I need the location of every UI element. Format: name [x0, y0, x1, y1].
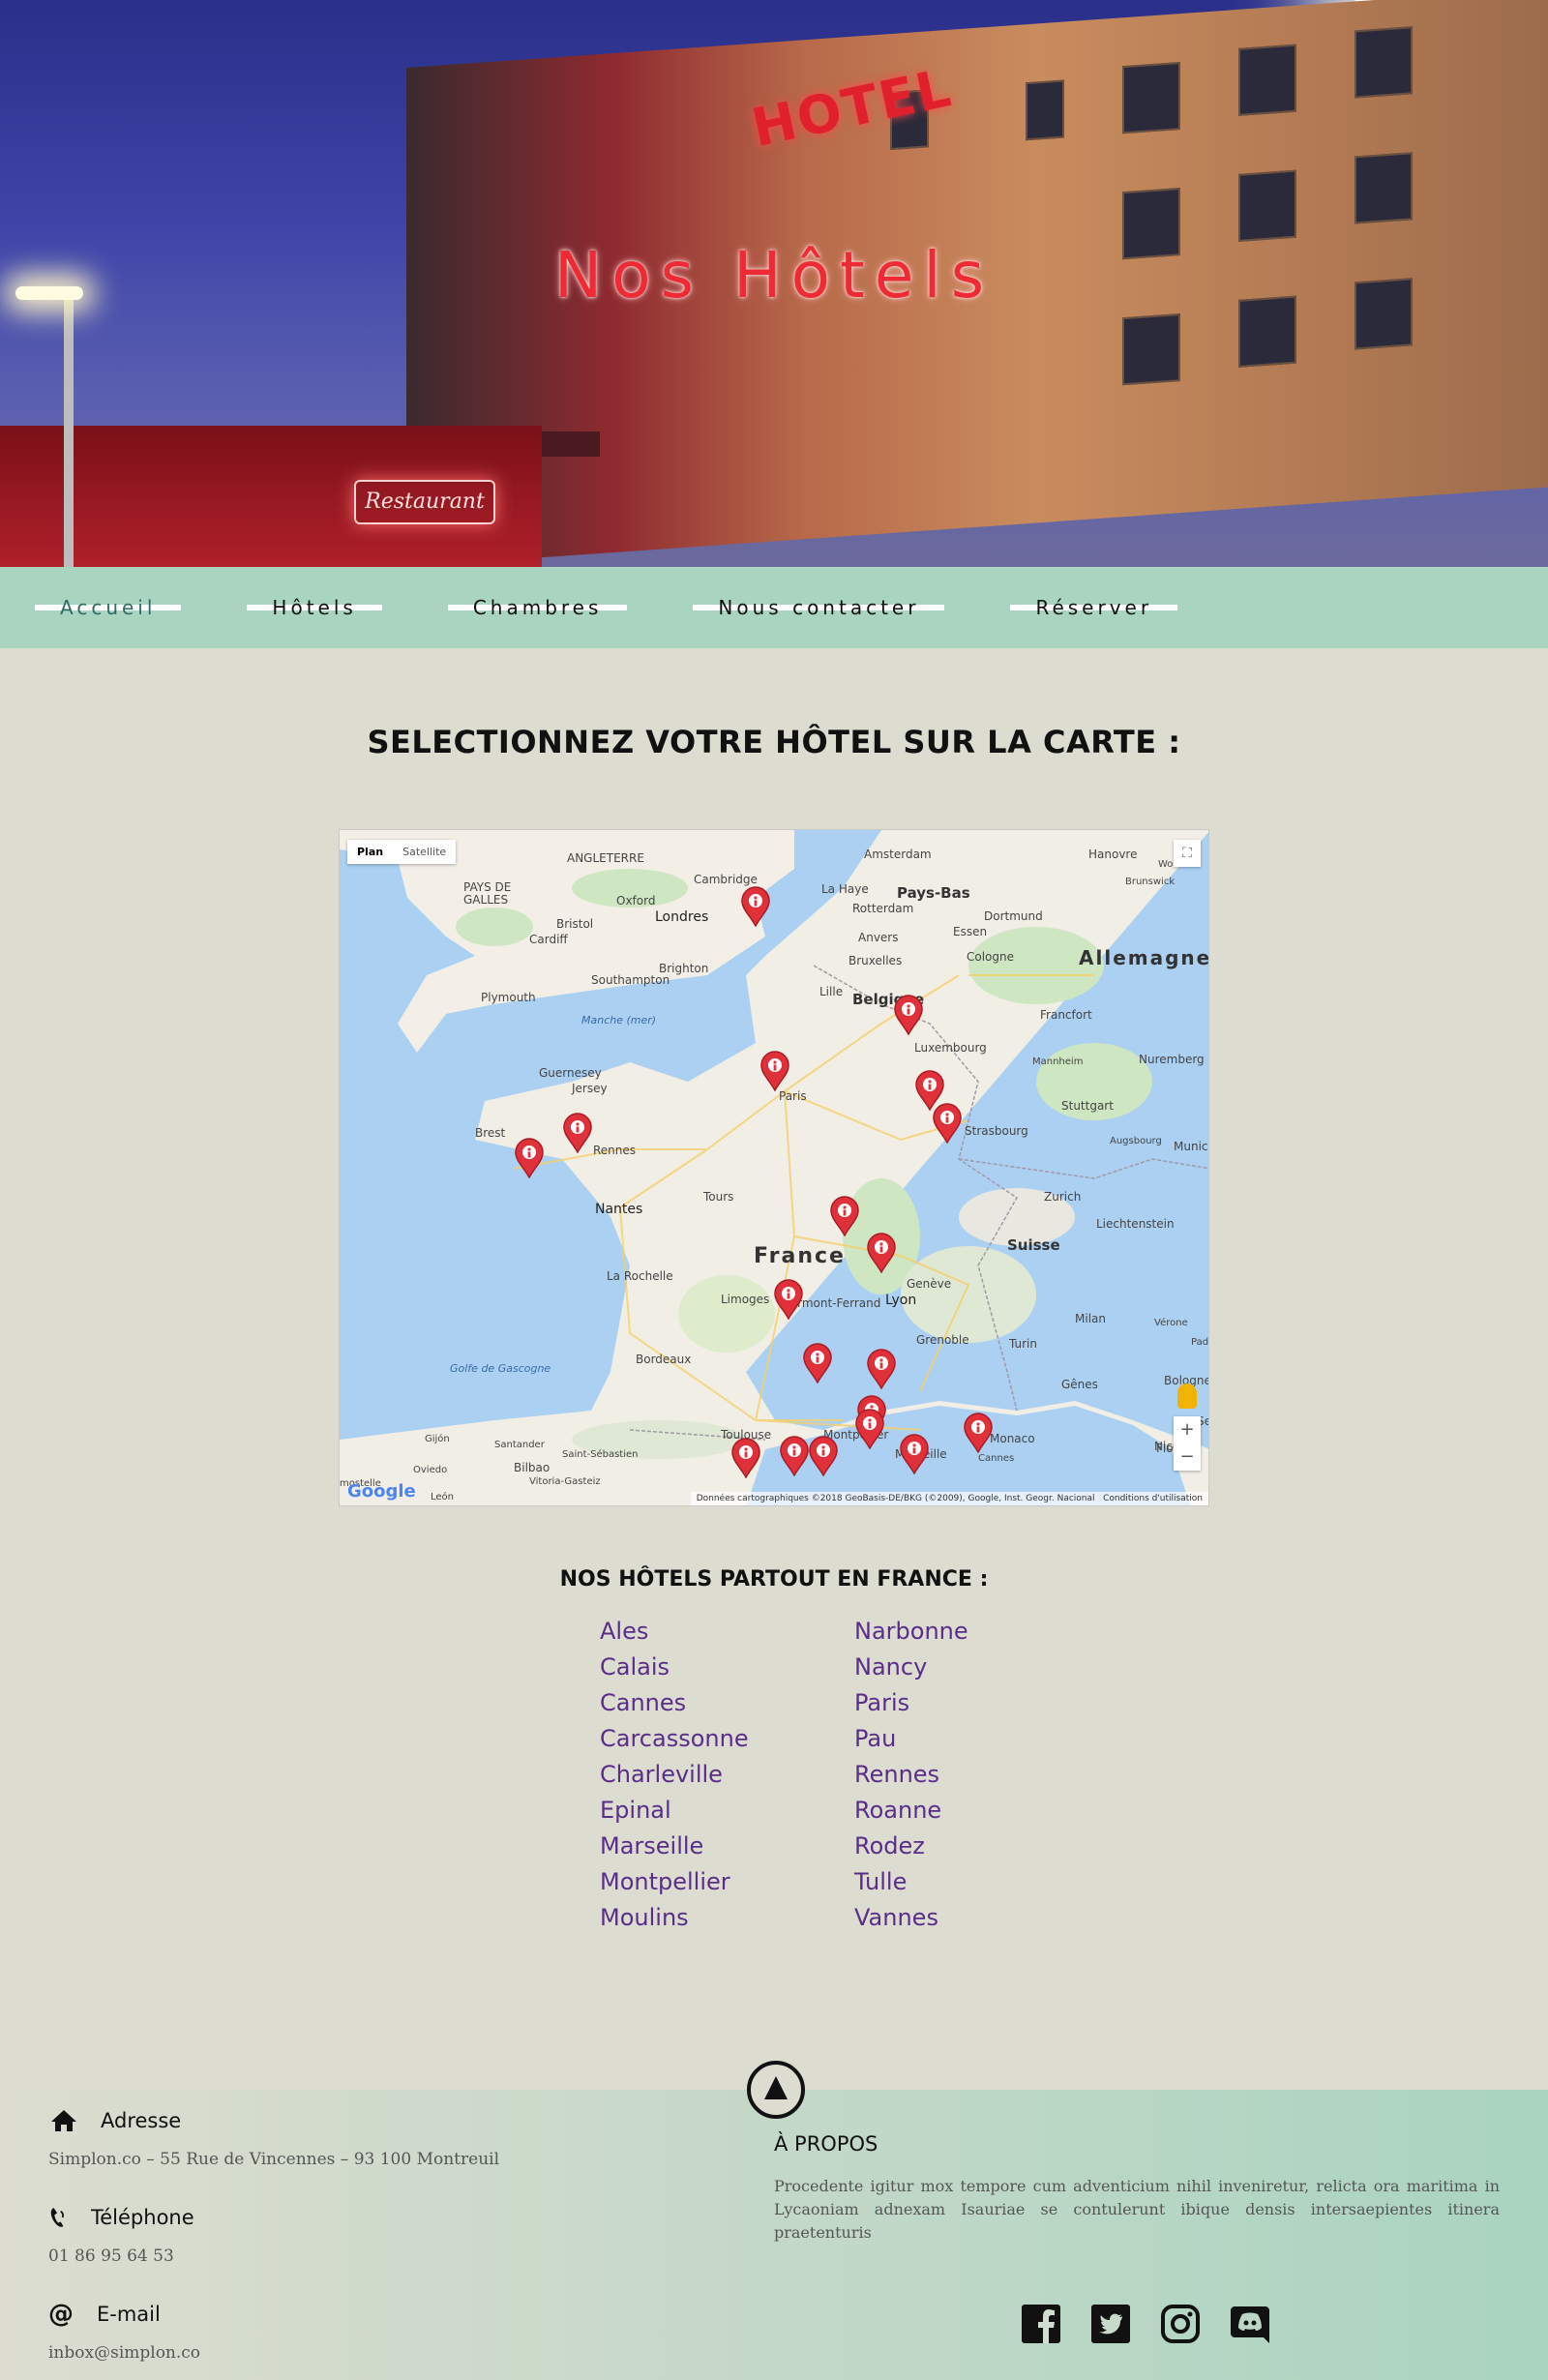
nav-item-chambres[interactable]: Chambres — [447, 596, 628, 619]
facebook-icon[interactable] — [1020, 2303, 1062, 2345]
at-icon: @ — [48, 2300, 74, 2329]
hotel-marker-pin[interactable] — [854, 1409, 885, 1449]
about-text: Procedente igitur mox tempore cum advent… — [774, 2177, 1500, 2242]
hotel-list-title: NOS HÔTELS PARTOUT EN FRANCE : — [559, 1567, 989, 1592]
hotel-link[interactable]: Ales — [600, 1614, 854, 1650]
nav-item-contact[interactable]: Nous contacter — [693, 596, 945, 619]
hotel-link[interactable]: Cannes — [600, 1685, 854, 1721]
hotel-link[interactable]: Marseille — [600, 1829, 854, 1864]
hotel-link[interactable]: Calais — [600, 1650, 854, 1685]
hotel-link[interactable]: Vannes — [854, 1900, 1009, 1936]
hotel-link[interactable]: Tulle — [854, 1864, 1009, 1900]
home-icon — [48, 2107, 79, 2134]
phone-icon — [48, 2204, 68, 2231]
hotel-link[interactable]: Narbonne — [854, 1614, 1009, 1650]
hotel-marker-pin[interactable] — [802, 1343, 833, 1383]
hotel-marker-pin[interactable] — [829, 1196, 860, 1236]
about-title: À PROPOS — [774, 2132, 878, 2156]
map-type-satellite[interactable]: Satellite — [393, 840, 456, 864]
footer-phone: Téléphone 01 86 95 64 53 — [48, 2204, 194, 2266]
address-text: Simplon.co – 55 Rue de Vincennes – 93 10… — [48, 2150, 500, 2169]
hotel-marker-pin[interactable] — [740, 886, 771, 927]
hotel-link[interactable]: Carcassonne — [600, 1721, 854, 1757]
hotel-link[interactable]: Paris — [854, 1685, 1009, 1721]
hero-banner: Restaurant HOTEL Nos Hôtels — [0, 0, 1548, 567]
map-type-plan[interactable]: Plan — [347, 840, 393, 864]
restaurant-sign: Restaurant — [354, 480, 495, 524]
zoom-control: + − — [1174, 1416, 1201, 1471]
hotel-link[interactable]: Epinal — [600, 1793, 854, 1829]
google-logo: Google — [347, 1481, 416, 1502]
hotel-marker-pin[interactable] — [730, 1438, 761, 1478]
hotel-list: Ales Narbonne Calais Nancy Cannes Paris Carcas… — [600, 1614, 1006, 1936]
hotel-marker-pin[interactable] — [893, 995, 924, 1035]
social-links — [1020, 2303, 1298, 2345]
hotel-marker-pin[interactable] — [932, 1103, 963, 1144]
map-section-title: SELECTIONNEZ VOTRE HÔTEL SUR LA CARTE : — [367, 724, 1181, 760]
hotel-marker-pin[interactable] — [562, 1113, 593, 1153]
phone-label: Téléphone — [91, 2206, 194, 2229]
map-terrain — [340, 830, 1208, 1505]
arrow-up-icon — [764, 2076, 788, 2099]
hotel-marker-pin[interactable] — [759, 1051, 790, 1091]
twitter-icon[interactable] — [1089, 2303, 1132, 2345]
hotel-marker-pin[interactable] — [808, 1436, 839, 1476]
fullscreen-icon[interactable]: ⛶ — [1174, 840, 1201, 867]
street-lamp-pole — [64, 296, 74, 567]
hotel-link[interactable]: Montpellier — [600, 1864, 854, 1900]
main-nav: Accueil Hôtels Chambres Nous contacter R… — [0, 567, 1548, 648]
map-terms-link[interactable]: Conditions d'utilisation — [1103, 1494, 1203, 1503]
hotel-marker-pin[interactable] — [514, 1138, 545, 1178]
hotel-link[interactable]: Pau — [854, 1721, 1009, 1757]
instagram-icon[interactable] — [1159, 2303, 1202, 2345]
hotel-link[interactable]: Rodez — [854, 1829, 1009, 1864]
page-title: Nos Hôtels — [553, 238, 995, 312]
hotel-marker-pin[interactable] — [899, 1434, 930, 1474]
hotel-link[interactable]: Charleville — [600, 1757, 854, 1793]
hotel-link[interactable]: Moulins — [600, 1900, 854, 1936]
discord-icon[interactable] — [1229, 2303, 1271, 2345]
hotel-link[interactable]: Nancy — [854, 1650, 1009, 1685]
footer-address: Adresse Simplon.co – 55 Rue de Vincennes… — [48, 2107, 499, 2169]
nav-item-accueil[interactable]: Accueil — [35, 596, 182, 619]
email-label: E-mail — [97, 2303, 161, 2326]
nav-item-reserver[interactable]: Réserver — [1010, 596, 1177, 619]
street-view-pegman-icon[interactable] — [1177, 1383, 1197, 1409]
nav-item-hotels[interactable]: Hôtels — [247, 596, 383, 619]
hotel-marker-pin[interactable] — [779, 1436, 810, 1476]
map-label: ANGLETERRE — [567, 851, 644, 865]
hotel-marker-pin[interactable] — [866, 1349, 897, 1389]
hotel-marker-pin[interactable] — [773, 1279, 804, 1320]
phone-text: 01 86 95 64 53 — [48, 2246, 174, 2266]
back-to-top-button[interactable] — [747, 2061, 805, 2119]
hotel-marker-pin[interactable] — [963, 1413, 994, 1453]
email-text[interactable]: inbox@simplon.co — [48, 2343, 200, 2363]
hotels-map[interactable]: ANGLETERRE PAYS DE GALLES Cambridge Oxfo… — [339, 829, 1209, 1506]
map-type-control: Plan Satellite — [347, 840, 457, 864]
map-attribution: Données cartographiques ©2018 GeoBasis-D… — [690, 1492, 1208, 1505]
hotel-marker-pin[interactable] — [866, 1233, 897, 1273]
address-label: Adresse — [101, 2109, 182, 2132]
hotel-link[interactable]: Roanne — [854, 1793, 1009, 1829]
hotel-link[interactable]: Rennes — [854, 1757, 1009, 1793]
zoom-in-button[interactable]: + — [1174, 1416, 1201, 1443]
zoom-out-button[interactable]: − — [1174, 1443, 1201, 1471]
footer-email: @ E-mail inbox@simplon.co — [48, 2300, 200, 2363]
